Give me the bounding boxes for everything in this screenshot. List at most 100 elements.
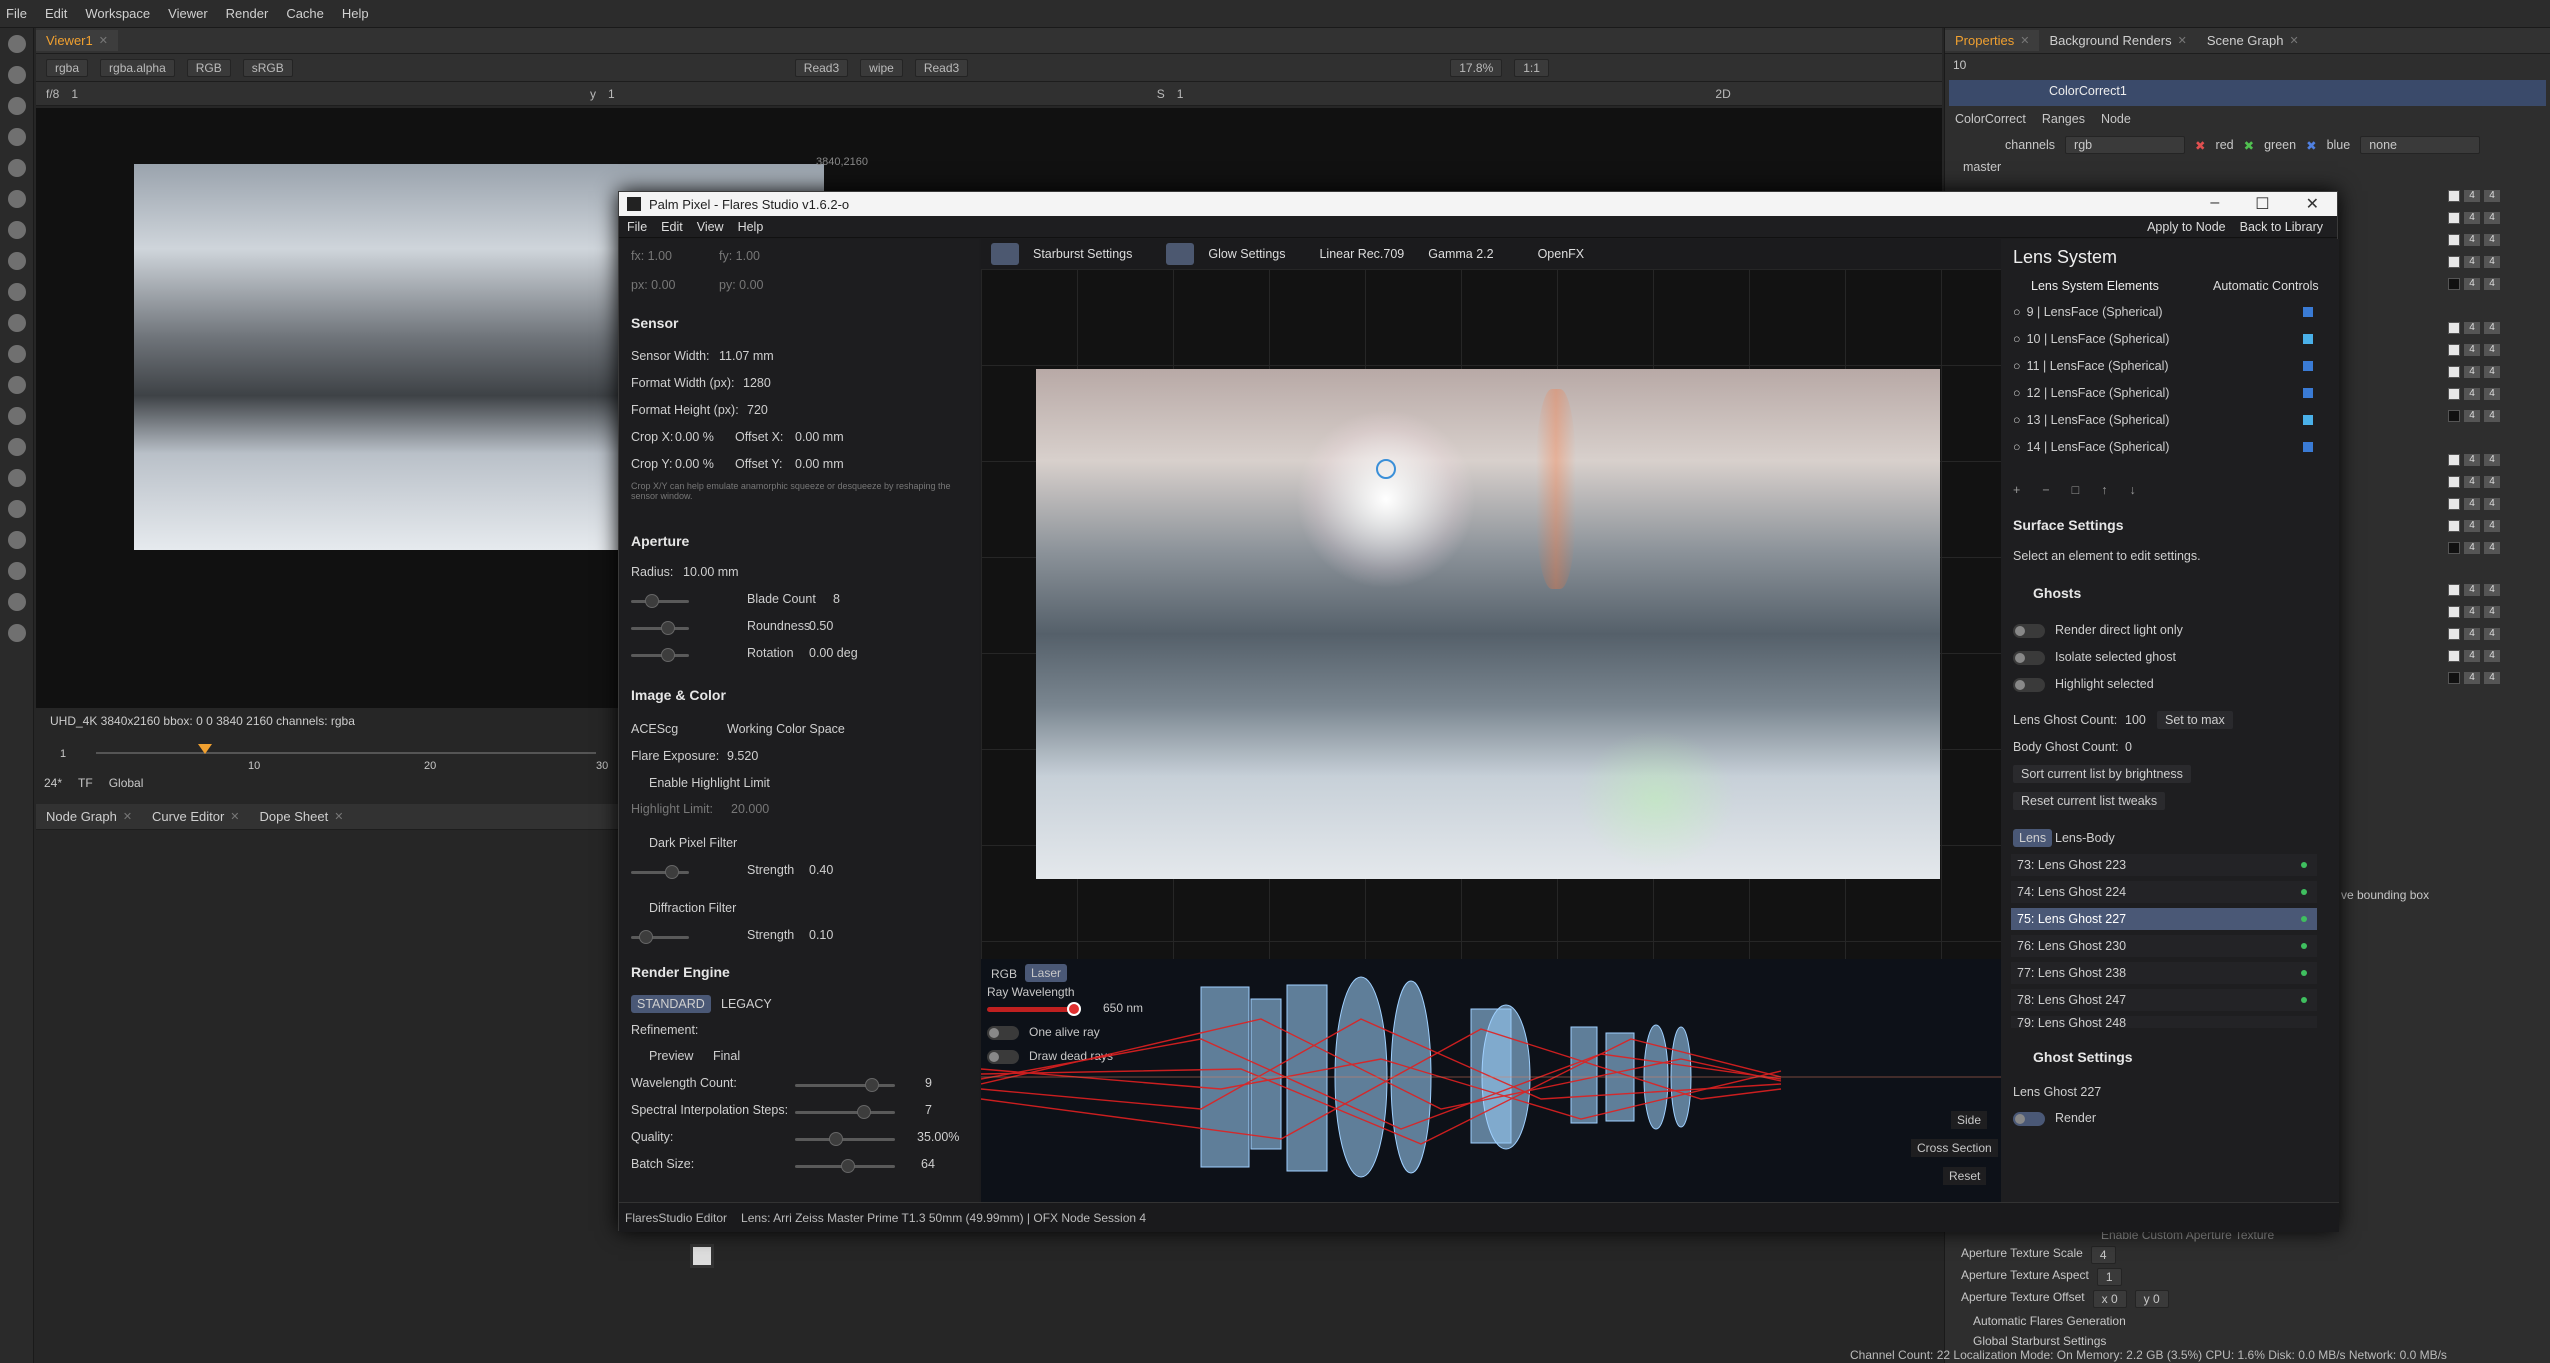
ghost-list-item[interactable]: 78: Lens Ghost 247	[2011, 989, 2317, 1011]
window-titlebar[interactable]: Palm Pixel - Flares Studio v1.6.2-o – ☐ ✕	[619, 192, 2337, 216]
ghosts-section-title[interactable]: Ghosts	[2033, 585, 2081, 601]
input-b-select[interactable]: Read3	[914, 58, 969, 77]
legacy-button[interactable]: LEGACY	[721, 997, 772, 1011]
node-name-field[interactable]: ColorCorrect1	[1949, 80, 2546, 106]
close-icon[interactable]: ✕	[230, 810, 239, 823]
colorspace-select[interactable]: sRGB	[242, 58, 293, 77]
wipe-select[interactable]: wipe	[860, 58, 903, 77]
param-swatches[interactable]: 44	[2448, 212, 2543, 226]
preview-grid[interactable]	[981, 269, 2001, 959]
offset-x-value[interactable]: 0.00 mm	[795, 430, 844, 444]
tab-node[interactable]: Node	[2101, 112, 2131, 126]
offset-y-value[interactable]: 0.00 mm	[795, 457, 844, 471]
plugin-tool-icon[interactable]	[7, 562, 26, 580]
param-swatches[interactable]: 44	[2448, 410, 2543, 424]
render-engine-section-title[interactable]: Render Engine	[631, 964, 730, 980]
tab-dope-sheet[interactable]: Dope Sheet ✕	[250, 806, 354, 827]
ratio-select[interactable]: 1:1	[1514, 58, 1549, 77]
close-icon[interactable]: ✕	[2020, 34, 2029, 47]
tab-viewer1[interactable]: Viewer1 ✕	[36, 30, 118, 51]
channel-select[interactable]: rgba	[46, 58, 89, 77]
channels-select[interactable]: rgb	[2065, 136, 2186, 154]
sort-brightness-button[interactable]: Sort current list by brightness	[2013, 765, 2191, 783]
tab-scene-graph[interactable]: Scene Graph ✕	[2197, 30, 2309, 51]
menu-file[interactable]: File	[6, 6, 27, 21]
close-icon[interactable]: ✕	[2306, 194, 2319, 214]
playhead[interactable]	[198, 744, 212, 754]
close-icon[interactable]: ✕	[99, 34, 108, 47]
master-group[interactable]: master	[1945, 160, 2550, 174]
automatic-controls-button[interactable]: Automatic Controls	[2213, 279, 2319, 293]
win-menu-file[interactable]: File	[627, 220, 647, 234]
blade-slider[interactable]	[631, 594, 689, 608]
back-to-library-button[interactable]: Back to Library	[2240, 220, 2323, 234]
keyer-tool-icon[interactable]	[7, 221, 26, 239]
preview-radio[interactable]: Preview	[649, 1049, 693, 1063]
alpha-select[interactable]: rgba.alpha	[100, 58, 175, 77]
px-value[interactable]: px: 0.00	[631, 278, 675, 292]
win-menu-edit[interactable]: Edit	[661, 220, 683, 234]
close-icon[interactable]: ✕	[2178, 34, 2187, 47]
format-height-value[interactable]: 720	[747, 403, 768, 417]
particles-tool-icon[interactable]	[7, 345, 26, 363]
ghost-list-item[interactable]: 79: Lens Ghost 248	[2011, 1016, 2317, 1028]
metadata-tool-icon[interactable]	[7, 438, 26, 456]
views-tool-icon[interactable]	[7, 407, 26, 425]
sensor-section-title[interactable]: Sensor	[631, 315, 678, 331]
roundness-value[interactable]: 0.50	[809, 619, 833, 633]
param-swatches[interactable]: 44	[2448, 650, 2543, 664]
win-menu-help[interactable]: Help	[738, 220, 764, 234]
param-swatches[interactable]: 44	[2448, 606, 2543, 620]
lens-element-item[interactable]: ○ 10 | LensFace (Spherical)	[2013, 328, 2313, 350]
tab-node-graph[interactable]: Node Graph ✕	[36, 806, 142, 827]
df-strength-slider[interactable]	[631, 930, 689, 944]
lens-body-tab[interactable]: Lens-Body	[2055, 831, 2115, 845]
param-swatches[interactable]: 44	[2448, 628, 2543, 642]
fps-select[interactable]: 24*	[44, 776, 62, 790]
render-direct-light-toggle[interactable]: Render direct light only	[2013, 623, 2183, 638]
glow-icon[interactable]	[1166, 243, 1195, 265]
node-thumbnail[interactable]	[690, 1244, 714, 1268]
highlight-selected-toggle[interactable]: Highlight selected	[2013, 677, 2154, 692]
wavelength-slider[interactable]	[795, 1078, 895, 1092]
toolsets-tool-icon[interactable]	[7, 469, 26, 487]
param-swatches[interactable]: 44	[2448, 234, 2543, 248]
dpf-strength-value[interactable]: 0.40	[809, 863, 833, 877]
param-swatches[interactable]: 44	[2448, 366, 2543, 380]
rotation-value[interactable]: 0.00 deg	[809, 646, 858, 660]
auto-flares-group[interactable]: Automatic Flares Generation	[1973, 1314, 2126, 1328]
render-ghost-toggle[interactable]: Render	[2013, 1111, 2096, 1126]
lens-element-item[interactable]: ○ 12 | LensFace (Spherical)	[2013, 382, 2313, 404]
deep-tool-icon[interactable]	[7, 376, 26, 394]
tab-properties[interactable]: Properties ✕	[1945, 30, 2040, 51]
ghost-list-item[interactable]: 73: Lens Ghost 223	[2011, 854, 2317, 876]
spectral-steps-value[interactable]: 7	[925, 1103, 932, 1117]
red-check[interactable]: ✖	[2195, 138, 2205, 153]
highlight-limit-value[interactable]: 20.000	[731, 802, 769, 816]
image-tool-icon[interactable]	[7, 35, 26, 53]
radius-value[interactable]: 10.00 mm	[683, 565, 739, 579]
duplicate-element-button[interactable]: □	[2072, 483, 2080, 497]
reset-view-button[interactable]: Reset	[1943, 1167, 1987, 1185]
lens-element-8[interactable]	[1570, 1026, 1598, 1124]
final-radio[interactable]: Final	[713, 1049, 740, 1063]
close-icon[interactable]: ✕	[334, 810, 343, 823]
menu-viewer[interactable]: Viewer	[168, 6, 208, 21]
light-source-crosshair[interactable]	[1376, 459, 1396, 479]
maximize-icon[interactable]: ☐	[2255, 194, 2269, 214]
body-ghost-count-value[interactable]: 0	[2125, 740, 2132, 754]
param-swatches[interactable]: 44	[2448, 344, 2543, 358]
rotation-slider[interactable]	[631, 648, 689, 662]
starburst-icon[interactable]	[991, 243, 1019, 265]
green-check[interactable]: ✖	[2244, 138, 2254, 153]
menu-cache[interactable]: Cache	[286, 6, 324, 21]
dark-pixel-filter-check[interactable]: Dark Pixel Filter	[649, 836, 737, 850]
lens-element-item[interactable]: ○ 9 | LensFace (Spherical)	[2013, 301, 2313, 323]
close-icon[interactable]: ✕	[123, 810, 132, 823]
aperture-section-title[interactable]: Aperture	[631, 533, 689, 549]
3d-tool-icon[interactable]	[7, 314, 26, 332]
settings-tool-icon[interactable]	[7, 624, 26, 642]
filter-tool-icon[interactable]	[7, 190, 26, 208]
menu-help[interactable]: Help	[342, 6, 369, 21]
aces-select[interactable]: ACEScg	[631, 722, 678, 736]
